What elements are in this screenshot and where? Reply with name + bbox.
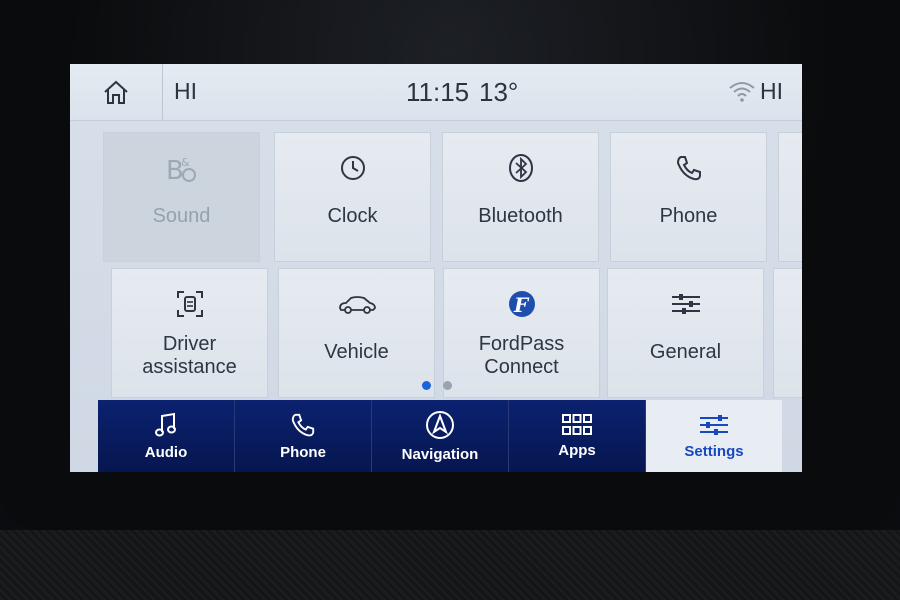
nav-label: Navigation	[401, 445, 479, 463]
infotainment-screen: HI 11:15 13° HI B & Sound Clock Bluetoot…	[70, 64, 802, 472]
tile-label: Driver assistance	[142, 333, 237, 378]
tile-next-partial[interactable]	[773, 268, 802, 398]
music-note-icon	[155, 412, 176, 436]
compass-icon	[426, 410, 454, 439]
svg-text:&: &	[181, 156, 190, 169]
clock-icon	[340, 156, 365, 180]
bottom-nav-bar: Audio Phone Navigation Apps Settings	[98, 400, 782, 472]
bo-sound-icon: B &	[166, 156, 196, 184]
tile-clock[interactable]: Clock	[274, 132, 431, 262]
nav-label: Apps	[558, 441, 596, 459]
clock-display: 11:15	[406, 77, 470, 107]
driver-assist-icon	[176, 291, 203, 317]
nav-label: Phone	[280, 443, 326, 461]
nav-navigation[interactable]: Navigation	[372, 400, 509, 472]
tile-label: Clock	[327, 205, 378, 227]
tile-driver-assistance[interactable]: Driver assistance	[111, 268, 268, 398]
sliders-icon	[700, 414, 728, 435]
phone-icon	[291, 413, 315, 436]
nav-label: Settings	[684, 442, 744, 460]
tile-label: Bluetooth	[478, 205, 563, 227]
car-icon	[338, 296, 376, 314]
tile-label: FordPass Connect	[478, 333, 565, 378]
tile-phone[interactable]: Phone	[610, 132, 767, 262]
home-button[interactable]	[70, 64, 163, 120]
nav-settings[interactable]: Settings	[646, 400, 782, 472]
bluetooth-icon	[508, 154, 533, 182]
tile-vehicle[interactable]: Vehicle	[278, 268, 435, 398]
tile-label: General	[649, 341, 722, 363]
tile-bluetooth[interactable]: Bluetooth	[442, 132, 599, 262]
page-indicator[interactable]	[422, 381, 452, 390]
tile-label: Vehicle	[324, 341, 389, 363]
tile-fordpass-connect[interactable]: F FordPass Connect	[443, 268, 600, 398]
nav-phone[interactable]: Phone	[235, 400, 372, 472]
fordpass-icon: F	[508, 291, 535, 317]
tile-label: Sound	[152, 205, 211, 227]
nav-apps[interactable]: Apps	[509, 400, 646, 472]
dashboard-trim	[0, 530, 900, 600]
sliders-icon	[671, 294, 700, 314]
outside-temp: 13°	[479, 77, 519, 107]
phone-icon	[676, 156, 701, 181]
svg-text:F: F	[513, 293, 530, 317]
passenger-temp[interactable]: HI	[760, 78, 783, 105]
nav-audio[interactable]: Audio	[98, 400, 235, 472]
nav-label: Audio	[144, 443, 188, 461]
page-dot-active[interactable]	[422, 381, 431, 390]
page-dot[interactable]	[443, 381, 452, 390]
status-bar: HI 11:15 13° HI	[70, 64, 802, 121]
apps-grid-icon	[562, 413, 592, 435]
tile-sound[interactable]: B & Sound	[103, 132, 260, 262]
driver-temp[interactable]: HI	[174, 78, 197, 105]
tile-general[interactable]: General	[607, 268, 764, 398]
home-icon	[104, 80, 128, 104]
wifi-icon	[729, 82, 755, 102]
tile-next-partial[interactable]	[778, 132, 802, 262]
tile-label: Phone	[659, 205, 718, 227]
